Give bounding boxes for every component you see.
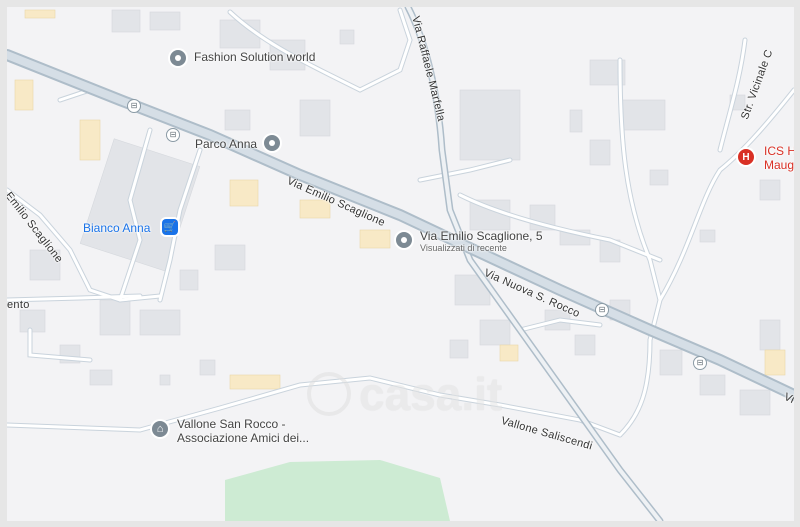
map-layer: [7, 7, 794, 521]
poi-label-vallone-line1[interactable]: Vallone San Rocco -: [177, 417, 286, 431]
poi-label-fashion-solution[interactable]: Fashion Solution world: [194, 50, 315, 64]
place-pin-icon[interactable]: [264, 135, 280, 151]
selected-place-pin-icon[interactable]: [396, 232, 412, 248]
poi-sublabel-recent: Visualizzati di recente: [420, 243, 507, 253]
poi-label-bianco-anna[interactable]: Bianco Anna: [83, 221, 150, 235]
bus-stop-icon[interactable]: ⊟: [595, 303, 609, 317]
road-label-west: ento: [7, 299, 30, 311]
bus-stop-icon[interactable]: ⊟: [693, 356, 707, 370]
map-canvas[interactable]: Via Emilio Scaglione Emilio Scaglione Vi…: [7, 7, 794, 521]
bus-stop-icon[interactable]: ⊟: [127, 99, 141, 113]
poi-label-parco-anna[interactable]: Parco Anna: [195, 137, 257, 151]
park-area: [225, 460, 450, 521]
poi-label-hospital-line2[interactable]: Maug: [764, 158, 794, 172]
hospital-icon[interactable]: [738, 149, 754, 165]
place-pin-icon[interactable]: [170, 50, 186, 66]
poi-label-hospital-line1[interactable]: ICS H: [764, 144, 794, 158]
map-view[interactable]: Via Emilio Scaglione Emilio Scaglione Vi…: [0, 0, 800, 527]
poi-label-vallone-line2[interactable]: Associazione Amici dei...: [177, 431, 309, 445]
shopping-cart-icon[interactable]: [162, 219, 178, 235]
bus-stop-icon[interactable]: ⊟: [166, 128, 180, 142]
poi-label-selected-place[interactable]: Via Emilio Scaglione, 5: [420, 229, 543, 243]
museum-icon[interactable]: [152, 421, 168, 437]
